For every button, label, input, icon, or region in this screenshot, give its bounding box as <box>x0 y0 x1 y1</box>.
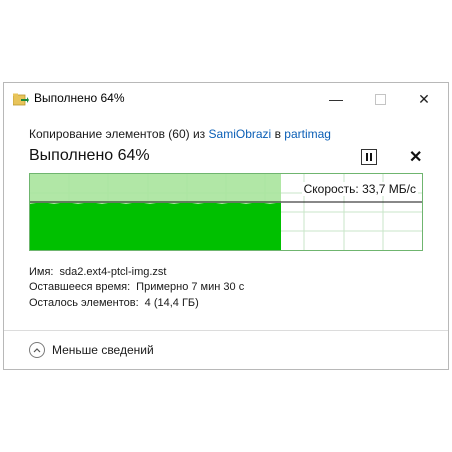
progress-heading: Выполнено 64% <box>29 147 150 164</box>
copy-progress-dialog: Выполнено 64% — ✕ Копирование элементов … <box>3 82 449 370</box>
copy-description: Копирование элементов (60) из SamiObrazi… <box>29 127 331 141</box>
pause-button[interactable] <box>361 149 377 165</box>
file-name-value: sda2.ext4-ptcl-img.zst <box>59 266 167 278</box>
minimize-icon: — <box>329 91 343 107</box>
footer-divider <box>4 330 448 331</box>
time-remaining-label: Оставшееся время: <box>29 281 131 293</box>
fewer-details-toggle[interactable]: Меньше сведений <box>29 339 154 361</box>
file-name-label: Имя: <box>29 266 54 278</box>
pause-icon <box>366 153 368 161</box>
destination-folder-link[interactable]: partimag <box>284 127 331 141</box>
source-folder-link[interactable]: SamiObrazi <box>209 127 272 141</box>
items-remaining-row: Осталось элементов: 4 (14,4 ГБ) <box>29 297 199 309</box>
title-bar[interactable]: Выполнено 64% — ✕ <box>4 83 448 115</box>
fewer-details-label: Меньше сведений <box>52 343 154 357</box>
chevron-up-icon <box>29 342 45 358</box>
maximize-button <box>358 83 402 115</box>
items-remaining-label: Осталось элементов: <box>29 297 139 309</box>
copy-prefix: Копирование элементов (60) из <box>29 127 206 141</box>
minimize-button[interactable]: — <box>314 83 358 115</box>
speed-graph: Скорость: 33,7 МБ/с <box>29 173 423 251</box>
time-remaining-value: Примерно 7 мин 30 с <box>136 281 245 293</box>
speed-label: Скорость: 33,7 МБ/с <box>301 182 418 196</box>
speed-history-area <box>30 203 281 250</box>
copy-middle: в <box>274 127 281 141</box>
close-icon: ✕ <box>418 90 430 107</box>
window-title: Выполнено 64% <box>34 91 125 105</box>
close-button[interactable]: ✕ <box>402 83 446 115</box>
copy-folder-icon <box>13 93 29 106</box>
file-name-row: Имя: sda2.ext4-ptcl-img.zst <box>29 266 166 278</box>
time-remaining-row: Оставшееся время: Примерно 7 мин 30 с <box>29 281 244 293</box>
items-remaining-value: 4 (14,4 ГБ) <box>144 297 199 309</box>
maximize-icon <box>374 93 386 105</box>
cancel-button[interactable]: ✕ <box>409 147 422 167</box>
